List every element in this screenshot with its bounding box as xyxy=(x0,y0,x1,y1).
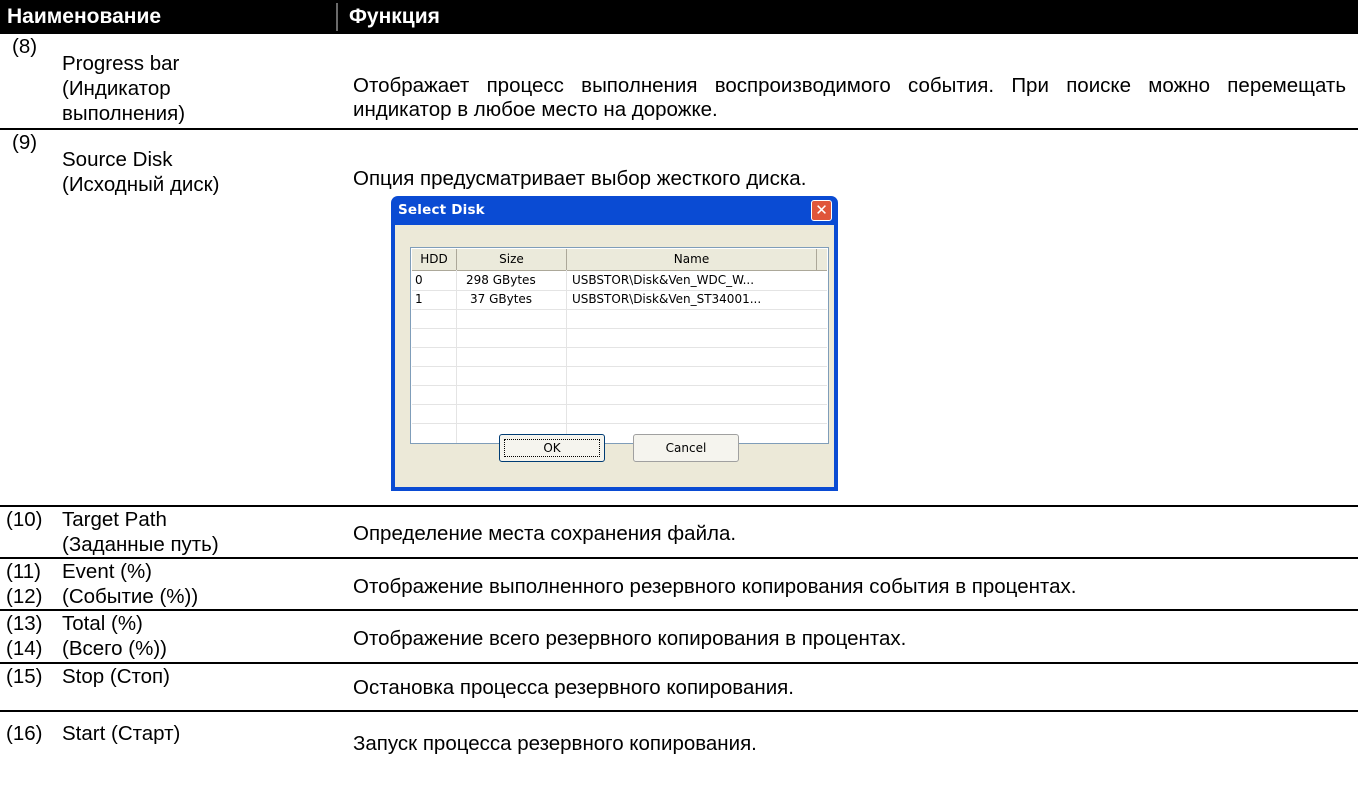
header-name: Наименование xyxy=(7,5,162,28)
select-disk-dialog: Select Disk ✕ HDD Size Name 0 298 GBytes… xyxy=(391,196,838,491)
table-header: Наименование Функция xyxy=(0,0,1358,34)
empty-row xyxy=(412,404,827,424)
empty-row xyxy=(412,385,827,405)
header-function: Функция xyxy=(349,5,440,28)
disk-list[interactable]: HDD Size Name 0 298 GBytes USBSTOR\Disk&… xyxy=(410,247,829,444)
row-name-line: Stop (Стоп) xyxy=(62,665,170,688)
column-name[interactable]: Name xyxy=(567,249,817,270)
cancel-button[interactable]: Cancel xyxy=(633,434,739,462)
row-name-line: Target Path xyxy=(62,508,167,531)
disk-hdd: 1 xyxy=(415,292,423,306)
empty-row xyxy=(412,347,827,367)
empty-row xyxy=(412,328,827,348)
focus-rect xyxy=(504,439,600,457)
row-function: Опция предусматривает выбор жесткого дис… xyxy=(353,167,807,190)
close-icon[interactable]: ✕ xyxy=(811,200,832,221)
row-number: (15) xyxy=(6,665,43,688)
row-number: (11) xyxy=(6,560,41,583)
row-name-line: Event (%) xyxy=(62,560,152,583)
row-divider xyxy=(0,710,1358,712)
row-number: (13) xyxy=(6,612,43,635)
row-number: (14) xyxy=(6,637,43,660)
cancel-label: Cancel xyxy=(665,441,707,455)
dialog-title: Select Disk xyxy=(398,202,485,218)
ok-button[interactable]: OK xyxy=(499,434,605,462)
row-function: Определение места сохранения файла. xyxy=(353,522,737,545)
row-number: (10) xyxy=(6,508,43,531)
row-name-line: (Заданные путь) xyxy=(62,533,219,556)
disk-list-header: HDD Size Name xyxy=(412,249,827,271)
column-hdd[interactable]: HDD xyxy=(412,249,457,270)
dialog-body: HDD Size Name 0 298 GBytes USBSTOR\Disk&… xyxy=(395,225,834,487)
column-size[interactable]: Size xyxy=(457,249,567,270)
row-name-line: Progress bar xyxy=(62,52,180,75)
row-name-line: (Всего (%)) xyxy=(62,637,167,660)
header-divider xyxy=(336,3,338,31)
disk-size: 298 GBytes xyxy=(466,273,536,287)
row-number: (8) xyxy=(12,35,38,58)
row-function: Остановка процесса резервного копировани… xyxy=(353,676,794,699)
row-name-line: (Исходный диск) xyxy=(62,173,220,196)
row-function: Отображает процесс выполнения воспроизво… xyxy=(353,74,1346,121)
row-number: (12) xyxy=(6,585,43,608)
row-number: (9) xyxy=(12,131,38,154)
row-function: Отображение выполненного резервного копи… xyxy=(353,575,1077,598)
row-name-line: Total (%) xyxy=(62,612,143,635)
disk-hdd: 0 xyxy=(415,273,423,287)
disk-name: USBSTOR\Disk&Ven_ST34001... xyxy=(572,292,762,306)
row-name-line: (Событие (%)) xyxy=(62,585,199,608)
disk-row[interactable]: 0 298 GBytes USBSTOR\Disk&Ven_WDC_W... xyxy=(412,271,827,291)
row-function: Запуск процесса резервного копирования. xyxy=(353,732,757,755)
row-divider xyxy=(0,128,1358,130)
row-divider xyxy=(0,609,1358,611)
row-number: (16) xyxy=(6,722,43,745)
row-name-line: выполнения) xyxy=(62,102,186,125)
empty-row xyxy=(412,366,827,386)
row-divider xyxy=(0,505,1358,507)
row-divider xyxy=(0,662,1358,664)
row-name-line: (Индикатор xyxy=(62,77,171,100)
row-name-line: Source Disk xyxy=(62,148,173,171)
disk-row[interactable]: 1 37 GBytes USBSTOR\Disk&Ven_ST34001... xyxy=(412,290,827,310)
row-divider xyxy=(0,557,1358,559)
row-name-line: Start (Старт) xyxy=(62,722,181,745)
disk-size: 37 GBytes xyxy=(470,292,533,306)
empty-row xyxy=(412,309,827,329)
row-function: Отображение всего резервного копирования… xyxy=(353,627,907,650)
disk-name: USBSTOR\Disk&Ven_WDC_W... xyxy=(572,273,755,287)
